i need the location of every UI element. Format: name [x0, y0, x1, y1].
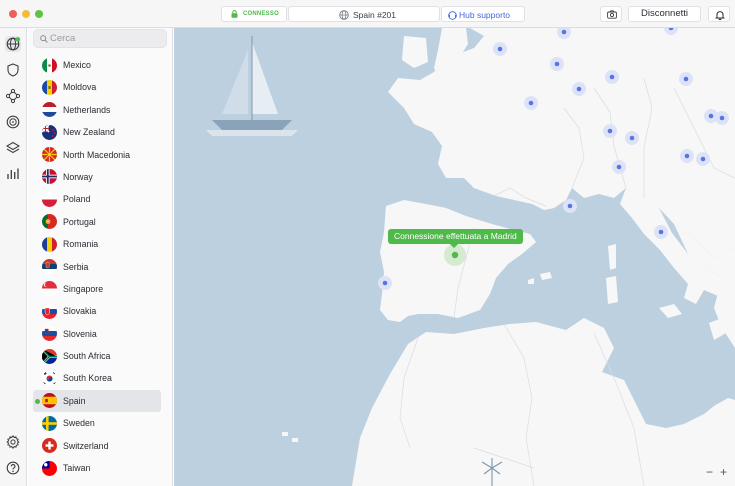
- lock-icon: [231, 10, 238, 18]
- country-panel: Mexico Moldova Netherlands New Zealand North…: [28, 28, 173, 486]
- country-name: Sweden: [63, 418, 95, 429]
- country-list: Mexico Moldova Netherlands New Zealand North…: [33, 54, 161, 479]
- support-hub-link[interactable]: Hub supporto: [441, 6, 525, 22]
- flag-ch-icon: [42, 438, 57, 454]
- country-item-kr[interactable]: South Korea: [33, 367, 161, 389]
- zoom-in-button[interactable]: +: [718, 466, 729, 478]
- country-name: Poland: [63, 194, 91, 205]
- flag-mk-icon: [42, 147, 57, 163]
- connection-tooltip: Connessione effettuata a Madrid: [388, 229, 523, 248]
- connection-status: CONNESSO: [221, 6, 287, 22]
- country-item-pt[interactable]: Portugal: [33, 211, 161, 233]
- country-name: North Macedonia: [63, 149, 130, 160]
- country-item-es[interactable]: Spain: [33, 389, 161, 413]
- flag-md-icon: [42, 79, 57, 95]
- stats-icon[interactable]: [5, 166, 21, 182]
- flag-tw-icon: [42, 460, 57, 476]
- search-icon: [40, 35, 48, 43]
- bell-icon: [715, 11, 725, 20]
- search-box[interactable]: [33, 29, 167, 48]
- flag-rs-icon: [42, 259, 57, 275]
- country-name: South Korea: [63, 373, 112, 384]
- country-item-za[interactable]: South Africa: [33, 345, 161, 367]
- country-item-nl[interactable]: Netherlands: [33, 99, 161, 121]
- flag-za-icon: [42, 348, 57, 364]
- country-item-si[interactable]: Slovenia: [33, 323, 161, 345]
- shield-icon[interactable]: [5, 62, 21, 78]
- close-window-button[interactable]: [9, 10, 17, 18]
- country-name: Singapore: [63, 283, 104, 294]
- country-item-pl[interactable]: Poland: [33, 188, 161, 210]
- world-map[interactable]: Connessione effettuata a Madrid: [174, 28, 735, 486]
- flag-si-icon: [42, 326, 57, 342]
- country-name: South Africa: [63, 351, 111, 362]
- country-item-ro[interactable]: Romania: [33, 233, 161, 255]
- country-name: Spain: [63, 395, 86, 406]
- support-label: Hub supporto: [459, 10, 511, 20]
- country-name: Moldova: [63, 82, 97, 93]
- support-icon: [448, 11, 457, 20]
- flag-sg-icon: [42, 281, 57, 297]
- country-item-mx[interactable]: Mexico: [33, 54, 161, 76]
- flag-pl-icon: [42, 191, 57, 207]
- flag-ro-icon: [42, 236, 57, 252]
- country-name: New Zealand: [63, 127, 115, 138]
- maximize-window-button[interactable]: [35, 10, 43, 18]
- flag-nl-icon: [42, 102, 57, 118]
- sailboat-icon: [206, 36, 298, 136]
- globe-icon: [339, 10, 349, 20]
- country-name: Taiwan: [63, 463, 91, 474]
- navigation-rail: [0, 28, 27, 486]
- country-item-ch[interactable]: Switzerland: [33, 435, 161, 457]
- flag-pt-icon: [42, 214, 57, 230]
- camera-icon: [607, 10, 617, 19]
- flag-nz-icon: [42, 124, 57, 140]
- minimize-window-button[interactable]: [22, 10, 30, 18]
- flag-es-icon: [42, 393, 57, 409]
- search-input[interactable]: [50, 31, 160, 45]
- notifications-button[interactable]: [708, 6, 730, 22]
- country-name: Norway: [63, 171, 93, 182]
- globe-icon[interactable]: [5, 36, 21, 52]
- country-name: Netherlands: [63, 104, 111, 115]
- country-item-no[interactable]: Norway: [33, 166, 161, 188]
- country-item-sg[interactable]: Singapore: [33, 278, 161, 300]
- layers-icon[interactable]: [5, 140, 21, 156]
- screenshot-button[interactable]: [600, 6, 622, 22]
- target-icon[interactable]: [5, 114, 21, 130]
- connected-indicator: [35, 398, 40, 404]
- flag-no-icon: [42, 169, 57, 185]
- current-server: Spain #201: [288, 6, 440, 22]
- country-name: Mexico: [63, 60, 91, 70]
- title-bar: CONNESSO Spain #201 Hub supporto Disconn…: [0, 0, 735, 28]
- country-name: Romania: [63, 239, 99, 250]
- country-name: Slovakia: [63, 306, 97, 317]
- country-item-se[interactable]: Sweden: [33, 412, 161, 434]
- country-item-md[interactable]: Moldova: [33, 76, 161, 98]
- country-name: Switzerland: [63, 440, 109, 451]
- meshnet-icon[interactable]: [5, 88, 21, 104]
- settings-icon[interactable]: [5, 434, 21, 450]
- map-graphic: [206, 28, 735, 486]
- country-name: Serbia: [63, 261, 89, 272]
- country-item-sk[interactable]: Slovakia: [33, 300, 161, 322]
- disconnect-button[interactable]: Disconnetti: [628, 6, 701, 22]
- help-icon[interactable]: [5, 460, 21, 476]
- flag-sk-icon: [42, 303, 57, 319]
- country-item-tw[interactable]: Taiwan: [33, 457, 161, 479]
- country-item-rs[interactable]: Serbia: [33, 256, 161, 278]
- country-item-nz[interactable]: New Zealand: [33, 121, 161, 143]
- flag-se-icon: [42, 415, 57, 431]
- server-label: Spain #201: [353, 10, 397, 20]
- status-label: CONNESSO: [243, 11, 279, 17]
- country-name: Slovenia: [63, 328, 97, 339]
- zoom-out-button[interactable]: −: [704, 466, 715, 478]
- country-item-mk[interactable]: North Macedonia: [33, 144, 161, 166]
- country-name: Portugal: [63, 216, 96, 227]
- flag-mx-icon: [42, 57, 57, 73]
- flag-kr-icon: [42, 370, 57, 386]
